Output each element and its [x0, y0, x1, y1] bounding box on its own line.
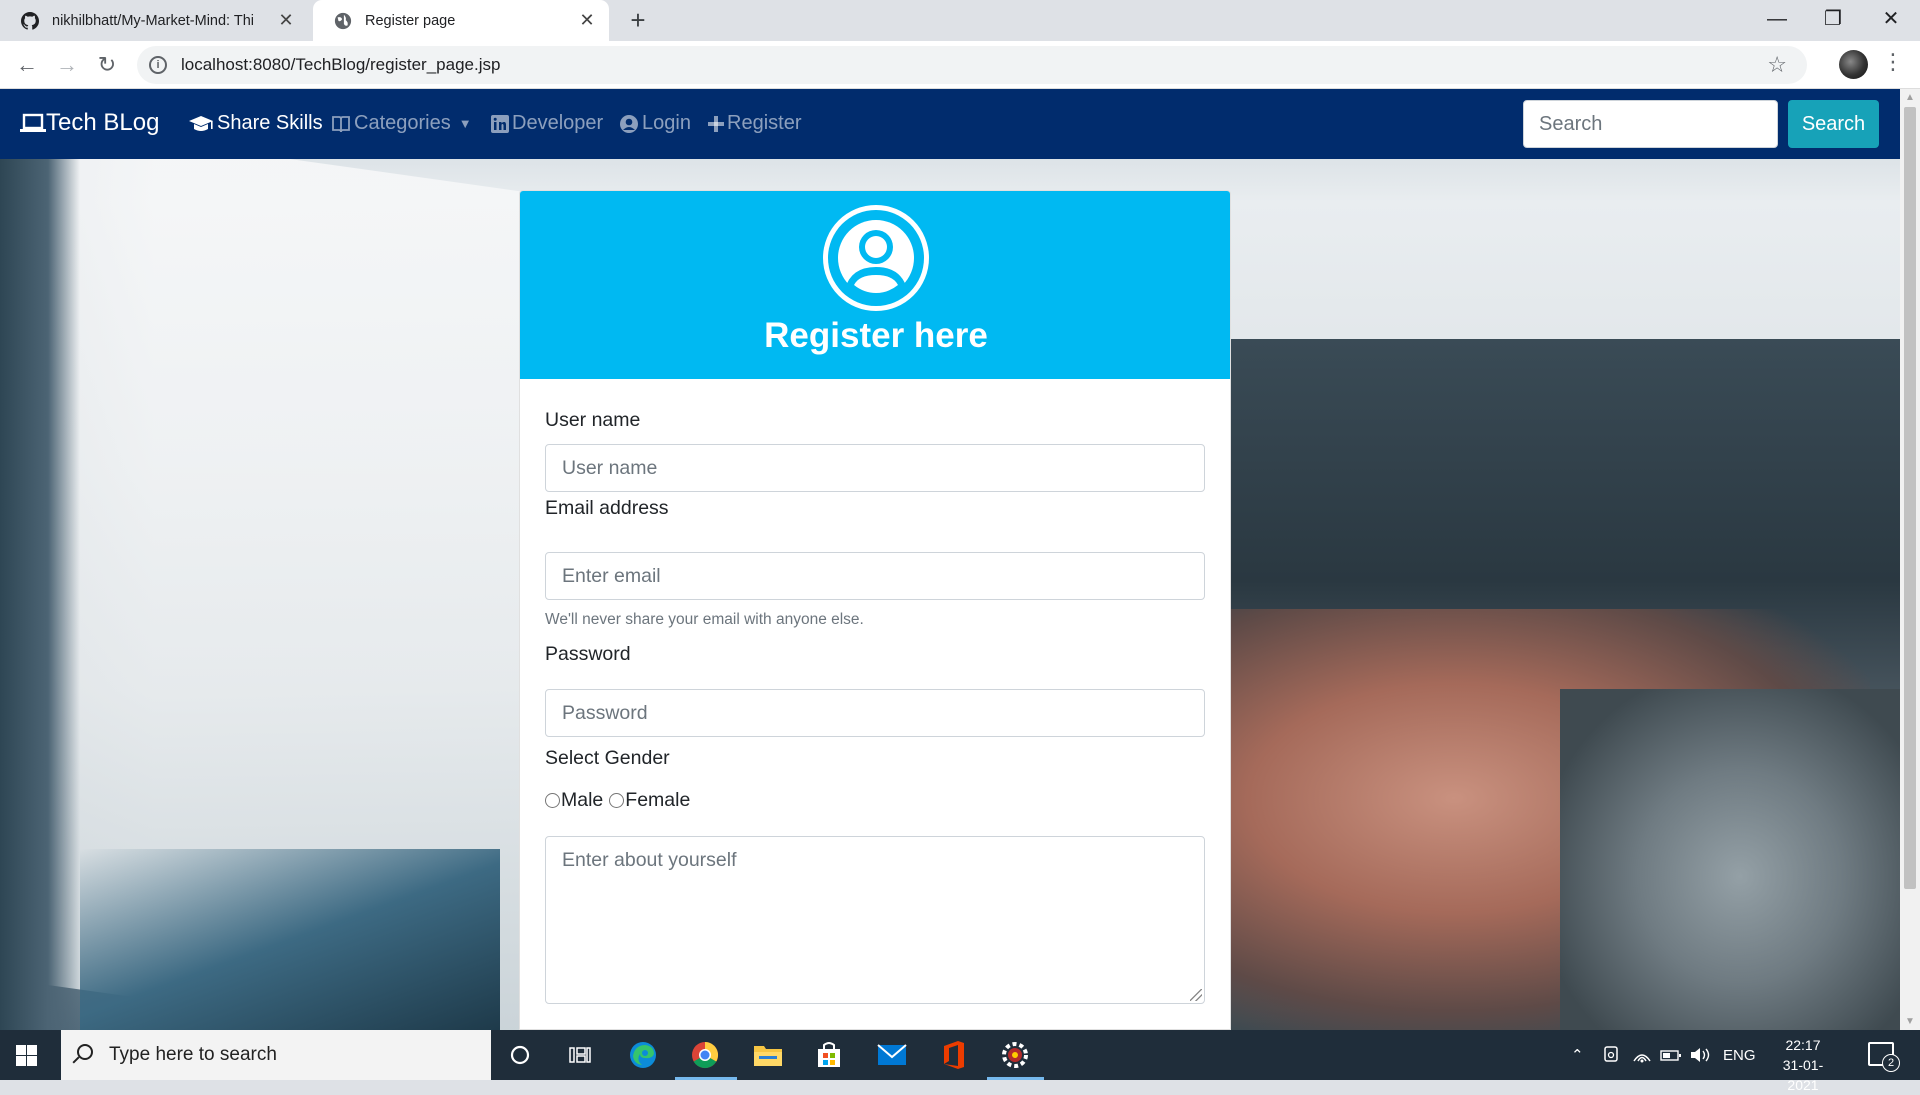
username-label: User name	[545, 409, 641, 431]
github-icon	[20, 11, 40, 31]
back-icon[interactable]: ←	[13, 51, 41, 79]
system-clock[interactable]: 22:17 31-01-2021	[1768, 1035, 1838, 1095]
url-text: localhost:8080/TechBlog/register_page.js…	[181, 55, 501, 74]
site-navbar: Tech BLog Share Skills Categories ▼ Deve…	[0, 89, 1900, 159]
nav-link-label: Register	[727, 112, 802, 134]
clock-date: 31-01-2021	[1782, 1057, 1824, 1093]
task-view-icon[interactable]	[563, 1038, 597, 1072]
close-tab-icon[interactable]: ✕	[276, 10, 296, 31]
gender-female-label[interactable]: Female	[625, 789, 690, 812]
globe-icon	[333, 11, 353, 31]
language-indicator[interactable]: ENG	[1723, 1030, 1756, 1080]
minimize-icon[interactable]: —	[1749, 0, 1805, 41]
register-card: Register here User name User name Email …	[519, 190, 1231, 1030]
password-input[interactable]: Password	[545, 689, 1205, 737]
bookmark-star-icon[interactable]: ☆	[1767, 52, 1787, 78]
chevron-down-icon: ▼	[458, 116, 472, 131]
close-tab-icon[interactable]: ✕	[577, 10, 597, 31]
clock-time: 22:17	[1785, 1037, 1821, 1053]
app-gear-icon[interactable]	[998, 1038, 1032, 1072]
search-icon	[77, 1044, 93, 1060]
device-icon[interactable]	[1603, 1030, 1619, 1080]
laptop-icon	[20, 113, 46, 132]
taskbar-search-box[interactable]: Type here to search	[61, 1030, 491, 1080]
gender-female-radio[interactable]	[609, 793, 625, 808]
nav-register[interactable]: Register	[708, 112, 801, 135]
microsoft-store-icon[interactable]	[812, 1038, 846, 1072]
card-title: Register here	[764, 316, 988, 355]
scrollbar-thumb[interactable]	[1904, 107, 1916, 889]
windows-start-icon[interactable]	[16, 1045, 37, 1066]
mail-icon[interactable]	[875, 1038, 909, 1072]
nav-link-label: Categories	[354, 112, 451, 134]
new-tab-button[interactable]: +	[624, 6, 652, 34]
background-photo-sweater	[1560, 689, 1920, 1030]
menu-kebab-icon[interactable]: ⋮	[1882, 49, 1904, 75]
volume-icon[interactable]	[1690, 1030, 1712, 1080]
url-field[interactable]: i localhost:8080/TechBlog/register_page.…	[137, 46, 1807, 84]
card-header: Register here	[520, 191, 1230, 379]
nav-link-label: Developer	[512, 112, 604, 134]
close-window-icon[interactable]: ✕	[1863, 0, 1919, 41]
search-input[interactable]: Search	[1523, 100, 1778, 148]
username-input[interactable]: User name	[545, 444, 1205, 492]
tab-title: Register page	[365, 12, 456, 29]
email-help-text: We'll never share your email with anyone…	[545, 611, 864, 628]
nav-login[interactable]: Login	[619, 112, 691, 135]
email-input[interactable]: Enter email	[545, 552, 1205, 600]
gender-label: Select Gender	[545, 747, 670, 769]
password-label: Password	[545, 643, 631, 665]
nav-link-label: Share Skills	[217, 112, 323, 134]
restore-icon[interactable]: ❐	[1805, 0, 1861, 41]
background-photo-edge	[0, 159, 80, 1030]
nav-link-label: Login	[642, 112, 691, 134]
browser-tab-strip: nikhilbhatt/My-Market-Mind: Thi ✕ Regist…	[0, 0, 1920, 41]
reload-icon[interactable]: ↻	[93, 51, 121, 79]
about-placeholder: Enter about yourself	[562, 849, 737, 871]
site-info-icon[interactable]: i	[149, 56, 167, 74]
office-icon[interactable]	[937, 1038, 971, 1072]
email-label: Email address	[545, 497, 669, 519]
book-icon	[332, 115, 350, 132]
browser-tab-github[interactable]: nikhilbhatt/My-Market-Mind: Thi ✕	[0, 0, 308, 41]
gender-radio-group: Male Female	[545, 789, 690, 812]
gender-male-radio[interactable]	[545, 793, 560, 808]
background-photo-keyboard	[80, 849, 500, 1030]
plus-icon	[708, 115, 724, 132]
edge-browser-icon[interactable]	[626, 1038, 660, 1072]
notification-count: 2	[1882, 1054, 1900, 1072]
page-scrollbar[interactable]: ▲ ▼	[1900, 89, 1920, 1030]
brand-text: Tech BLog	[46, 109, 160, 136]
user-avatar-icon	[823, 205, 929, 311]
linkedin-icon	[491, 114, 509, 133]
tab-title: nikhilbhatt/My-Market-Mind: Thi	[52, 12, 254, 29]
scroll-down-arrow-icon[interactable]: ▼	[1905, 1016, 1915, 1027]
nav-developer[interactable]: Developer	[491, 112, 603, 135]
wifi-icon[interactable]	[1632, 1030, 1652, 1080]
forward-icon[interactable]: →	[53, 51, 81, 79]
search-button[interactable]: Search	[1788, 100, 1879, 148]
battery-icon[interactable]	[1660, 1030, 1682, 1080]
notification-center-icon[interactable]: 2	[1868, 1042, 1900, 1072]
gender-male-label[interactable]: Male	[561, 789, 603, 812]
about-textarea[interactable]: Enter about yourself	[545, 836, 1205, 1004]
show-hidden-icons[interactable]: ⌃	[1571, 1030, 1584, 1080]
address-bar-row: ← → ↻ i localhost:8080/TechBlog/register…	[0, 41, 1920, 89]
nav-share-skills[interactable]: Share Skills	[188, 112, 323, 135]
chrome-icon[interactable]	[688, 1038, 722, 1072]
user-circle-icon	[620, 114, 638, 133]
file-explorer-icon[interactable]	[751, 1038, 785, 1072]
resize-grip-icon[interactable]	[1190, 989, 1202, 1001]
brand-link[interactable]: Tech BLog	[20, 109, 159, 137]
scroll-up-arrow-icon[interactable]: ▲	[1905, 92, 1915, 103]
cortana-icon[interactable]	[503, 1038, 537, 1072]
windows-taskbar: Type here to search ⌃ ENG 22:17 31-01-20…	[0, 1030, 1920, 1093]
taskbar-search-placeholder: Type here to search	[109, 1044, 277, 1065]
profile-avatar[interactable]	[1839, 50, 1868, 79]
page-viewport: Tech BLog Share Skills Categories ▼ Deve…	[0, 89, 1920, 1030]
nav-categories-dropdown[interactable]: Categories ▼	[331, 112, 472, 135]
graduation-cap-icon	[189, 115, 213, 131]
browser-tab-register[interactable]: Register page ✕	[313, 0, 609, 41]
